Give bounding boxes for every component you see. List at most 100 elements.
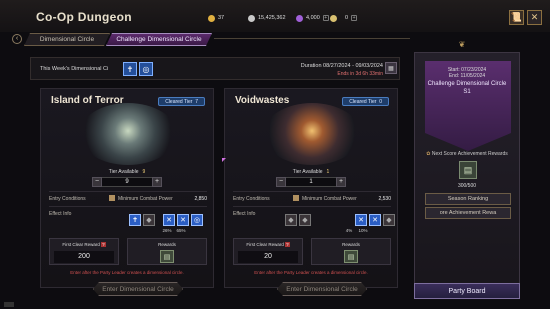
tier-value[interactable]: 1 [286,177,336,187]
first-clear-label-text: First Clear Reward [246,242,284,247]
cleared-tier-badge: Cleared Tier 0 [342,97,389,106]
weekly-label: This Week's Dimensional Ci [40,66,109,72]
tier-stepper: − 1 + [276,177,346,187]
add-gem-button[interactable]: + [322,15,329,21]
reward-chest-icon[interactable]: ▤ [344,250,358,263]
tier-available-value: 9 [142,169,146,175]
diamond-effect-icon[interactable]: ◆ [285,214,297,226]
cleared-value: 7 [195,98,198,105]
resource-orb: 0 + [330,13,358,23]
swords-effect-icon[interactable]: ✕ [163,214,175,226]
tier-increase-button[interactable]: + [336,177,346,187]
entry-label: Entry Conditions [233,196,270,202]
entry-label: Entry Conditions [49,196,86,202]
back-arrow-icon[interactable]: ‹ [12,34,22,44]
first-clear-value: 20 [238,251,298,263]
score-achievement-rewards-button[interactable]: ore Achievement Rewa [425,207,511,219]
scroll-icon[interactable]: 📜 [509,10,524,25]
rewards-label: Rewards [158,242,176,247]
effect-percent: 10% [358,228,368,233]
first-clear-label: First Clear Reward ? [50,242,118,247]
cross-effect-icon[interactable]: ✝ [129,214,141,226]
effect-icons: ◆ ◆ ✕ ✕ ◆ [285,214,395,226]
page-title: Co-Op Dungeon [36,10,132,24]
party-leader-warning: Enter after the Party Leader creates a d… [254,270,368,275]
tier-stepper: − 9 + [92,177,162,187]
tab-dimensional-circle[interactable]: Dimensional Circle [24,33,110,46]
ends-in: Ends in 3d 6h 33min [337,71,383,77]
tier-increase-button[interactable]: + [152,177,162,187]
party-leader-warning: Enter after the Party Leader creates a d… [70,270,184,275]
gold-value: 37 [218,15,225,21]
duration: Duration 08/27/2024 - 09/03/2024 Ends in… [301,63,383,77]
tier-decrease-button[interactable]: − [276,177,286,187]
season-end: End: 11/05/2024 [448,73,486,79]
power-icon [109,195,115,201]
enter-dimensional-circle-button[interactable]: Enter Dimensional Circle [277,282,367,296]
effect-icons: ✝ ◆ ✕ ✕ ◎ [129,214,203,226]
cross-badge-icon[interactable]: ✝ [123,62,137,76]
add-orb-button[interactable]: + [351,15,358,21]
boss-portrait [263,103,361,165]
purple-gem-icon [296,14,303,22]
calendar-icon[interactable]: ▦ [385,62,397,74]
dungeon-card-voidwastes: Voidwastes Cleared Tier 0 Tier Available… [224,88,398,288]
swords-effect-icon[interactable]: ✕ [369,214,381,226]
close-icon[interactable]: ✕ [527,10,542,25]
cleared-label: Cleared Tier [165,98,193,105]
season-number: S1 [463,89,471,95]
gold-icon [208,14,215,22]
tier-value[interactable]: 9 [102,177,152,187]
duration-text: Duration 08/27/2024 - 09/03/2024 [300,63,383,69]
first-clear-label-text: First Clear Reward [62,242,100,247]
reward-chest-icon[interactable]: ▤ [160,250,174,263]
power-value: 2,530 [378,196,391,202]
first-clear-reward: First Clear Reward ? 20 [233,238,303,265]
power-value: 2,850 [194,196,207,202]
tier-available-label: Tier Available [292,169,323,175]
swirl-effect-icon[interactable]: ◎ [191,214,203,226]
orb-value: 0 [345,15,349,21]
effect-percents: 26% 65% [161,228,187,233]
card-title: Voidwastes [235,95,290,106]
weekly-bar: This Week's Dimensional Ci ✝ ◎ Duration … [30,57,400,80]
enter-dimensional-circle-button[interactable]: Enter Dimensional Circle [93,282,183,296]
help-icon[interactable]: ? [101,242,106,247]
diamond-effect-icon[interactable]: ◆ [383,214,395,226]
season-title: Challenge Dimensional Circle [427,81,507,87]
gem-value: 4,000 [306,15,320,21]
rewards-label: Rewards [342,242,360,247]
power-label: Minimum Combat Power [302,196,357,202]
entry-row: Entry Conditions Minimum Combat Power 2,… [49,195,207,202]
diamond-effect-icon[interactable]: ◆ [299,214,311,226]
effect-percent: 65% [176,228,186,233]
season-panel: Start: 07/23/2024 End: 11/05/2024 Challe… [414,52,520,298]
swirl-badge-icon[interactable]: ◎ [139,62,153,76]
resource-gold: 37 [208,13,224,23]
tier-decrease-button[interactable]: − [92,177,102,187]
season-ranking-button[interactable]: Season Ranking [425,193,511,205]
rewards: Rewards ▤ [311,238,391,265]
dungeon-card-island-of-terror: Island of Terror Cleared Tier 7 Tier Ava… [40,88,214,288]
cursor-icon [222,158,226,162]
rewards: Rewards ▤ [127,238,207,265]
diamond-effect-icon[interactable]: ◆ [143,214,155,226]
swords-effect-icon[interactable]: ✕ [177,214,189,226]
boss-portrait [79,103,177,165]
entry-row: Entry Conditions Minimum Combat Power 2,… [233,195,391,202]
help-icon[interactable]: ? [285,242,290,247]
first-clear-label: First Clear Reward ? [234,242,302,247]
first-clear-value: 200 [54,251,114,263]
tab-challenge-dimensional-circle[interactable]: Challenge Dimensional Circle [106,33,212,46]
party-board-button[interactable]: Party Board [414,283,520,299]
cleared-tier-badge: Cleared Tier 7 [158,97,205,106]
divider [49,206,207,207]
resource-silver: 15,425,362 [248,13,286,23]
silver-coin-icon [248,14,255,22]
tier-available-label: Tier Available [108,169,139,175]
tab-divider [214,38,410,39]
swords-effect-icon[interactable]: ✕ [355,214,367,226]
divider [233,191,391,192]
orb-icon [330,14,337,22]
reward-item-icon[interactable]: ▤ [459,161,477,179]
